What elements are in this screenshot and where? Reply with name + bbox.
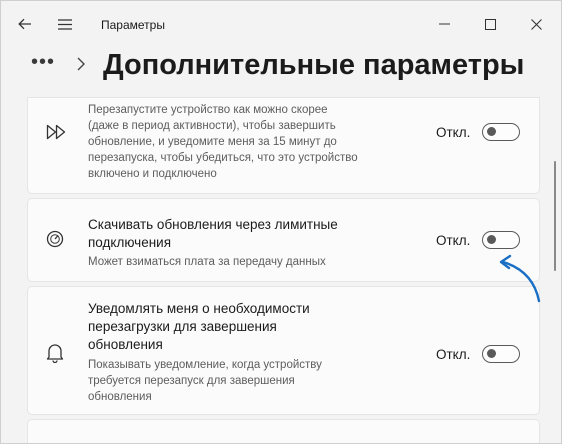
chevron-right-icon <box>77 57 85 71</box>
card-title: Уведомлять меня о необходимости перезагр… <box>88 301 310 352</box>
close-button[interactable] <box>513 1 559 47</box>
restart-notification-card: Уведомлять меня о необходимости перезагр… <box>27 286 540 415</box>
app-title: Параметры <box>101 18 165 32</box>
hamburger-icon <box>58 18 72 30</box>
page-title: Дополнительные параметры <box>103 49 525 81</box>
scrollbar-thumb[interactable] <box>554 161 556 271</box>
toggle-state-label: Откл. <box>436 232 471 248</box>
annotation-arrow-icon <box>499 254 541 303</box>
bell-icon <box>46 343 64 368</box>
close-icon <box>530 18 542 30</box>
back-button[interactable] <box>7 1 43 47</box>
toggle-state-label: Откл. <box>436 346 471 362</box>
toggle-state-label: Откл. <box>436 124 471 140</box>
settings-window: Параметры ••• Дополнительные параметры П… <box>0 0 562 444</box>
back-arrow-icon <box>18 18 31 30</box>
fast-forward-icon <box>46 124 68 145</box>
card-description: Перезапустите устройство как можно скоре… <box>88 104 358 180</box>
title-bar: Параметры <box>1 1 561 47</box>
next-setting-card <box>27 419 540 443</box>
breadcrumb-overflow-button[interactable]: ••• <box>31 51 55 74</box>
card-title: Скачивать обновления через лимитные подк… <box>88 217 338 250</box>
restart-asap-toggle[interactable] <box>482 123 520 141</box>
card-description: Может взиматься плата за передачу данных <box>88 256 326 268</box>
minimize-icon <box>438 23 450 25</box>
scrollbar[interactable] <box>552 101 558 443</box>
card-description: Показывать уведомление, когда устройству… <box>88 359 322 403</box>
minimize-button[interactable] <box>421 1 467 47</box>
restart-asap-card: Перезапустите устройство как можно скоре… <box>27 97 540 194</box>
speedometer-icon <box>46 230 64 253</box>
toggle-knob <box>487 127 496 136</box>
metered-downloads-card: Скачивать обновления через лимитные подк… <box>27 198 540 282</box>
metered-downloads-toggle[interactable] <box>482 231 520 249</box>
maximize-button[interactable] <box>467 1 513 47</box>
restart-notification-toggle[interactable] <box>482 345 520 363</box>
breadcrumb: ••• Дополнительные параметры <box>1 47 561 97</box>
navigation-menu-button[interactable] <box>47 1 83 47</box>
toggle-knob <box>487 349 496 358</box>
maximize-icon <box>484 18 496 30</box>
toggle-knob <box>487 235 496 244</box>
